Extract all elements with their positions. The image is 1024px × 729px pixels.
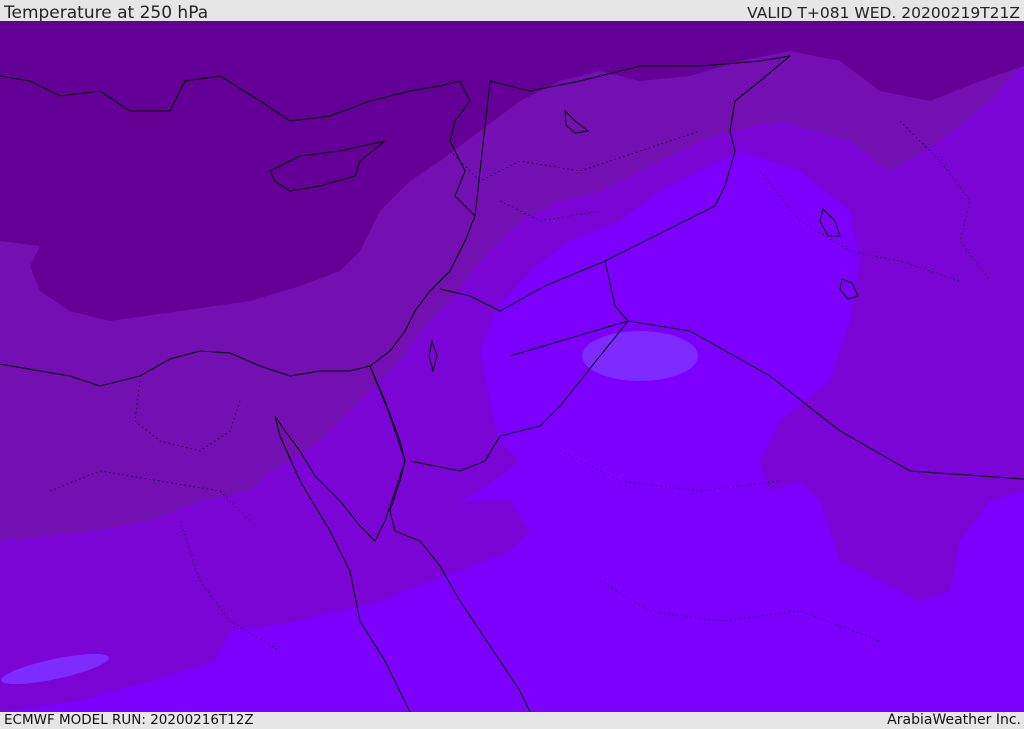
- model-run-label: ECMWF MODEL RUN: 20200216T12Z: [4, 712, 254, 728]
- valid-time: VALID T+081 WED. 20200219T21Z: [747, 4, 1020, 22]
- temperature-map: [0, 21, 1024, 712]
- map-title: Temperature at 250 hPa: [4, 3, 209, 23]
- map-canvas[interactable]: [0, 21, 1024, 712]
- header-bar: Temperature at 250 hPa VALID T+081 WED. …: [0, 0, 1024, 23]
- credit-label: ArabiaWeather Inc.: [887, 712, 1021, 728]
- footer-bar: ECMWF MODEL RUN: 20200216T12Z ArabiaWeat…: [0, 712, 1024, 729]
